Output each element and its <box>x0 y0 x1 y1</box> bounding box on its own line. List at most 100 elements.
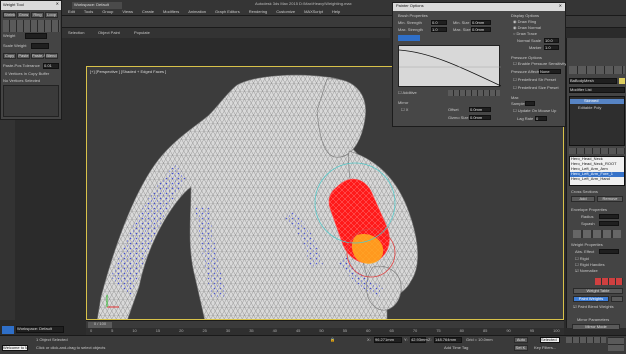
grow-button[interactable]: Grow <box>17 12 30 18</box>
blend-button[interactable]: Blend <box>45 53 58 59</box>
painter-options-titlebar[interactable]: Painter Options ✕ <box>393 3 565 11</box>
key-mode-select[interactable]: Selected <box>540 337 560 343</box>
samples-field[interactable] <box>525 101 535 106</box>
loop-button[interactable]: Loop <box>45 12 58 18</box>
draw-trace-radio[interactable]: ○ Draw Trace <box>513 32 537 36</box>
close-icon[interactable]: ✕ <box>56 2 59 6</box>
abs-effect-field[interactable] <box>599 249 619 254</box>
paste-button[interactable]: Paste <box>17 53 30 59</box>
paint-weights-button[interactable]: Paint Weights <box>573 296 609 302</box>
viewport-nav-controls[interactable] <box>608 337 624 351</box>
normalize-checkbox[interactable]: ☑ Normalize <box>575 269 598 273</box>
modifier-list-dropdown[interactable]: Modifier List <box>569 87 625 93</box>
auto-key-button[interactable]: Auto <box>514 337 528 343</box>
close-icon[interactable]: ✕ <box>559 4 562 8</box>
menu-item[interactable]: Rendering <box>249 9 267 14</box>
menu-item[interactable]: Create <box>142 9 154 14</box>
lag-rate-field[interactable]: 0 <box>535 116 547 121</box>
weight-field[interactable] <box>25 33 47 39</box>
paint-blend-checkbox[interactable]: ☑ Paint Blend Weights <box>573 305 614 309</box>
menu-item[interactable]: Group <box>102 9 113 14</box>
menu-item[interactable]: MAXScript <box>304 9 323 14</box>
weight-preset-buttons[interactable] <box>3 20 60 32</box>
squash-field[interactable] <box>599 221 619 226</box>
update-mouse-up-checkbox[interactable]: ☐ Update On Mouse Up <box>513 109 556 113</box>
tolerance-field[interactable]: 0.01 <box>43 63 59 69</box>
shrink-button[interactable]: Shrink <box>3 12 16 18</box>
draw-ring-radio[interactable]: ◉ Draw Ring <box>513 20 536 24</box>
curve-preset-buttons[interactable] <box>448 90 500 96</box>
ribbon-tab-selection[interactable]: Selection <box>68 31 84 35</box>
modifier-stack-item-skinned[interactable]: Skinned <box>570 99 624 104</box>
menu-item[interactable]: Edit <box>68 9 75 14</box>
set-key-button[interactable]: Set K. <box>514 345 528 351</box>
timeline-track[interactable]: 0 5 10 15 20 25 30 35 40 45 50 55 60 65 70 75 80 85 90 95 10… <box>86 328 564 335</box>
object-name-field[interactable]: BaBodyMesh <box>569 78 617 84</box>
bone-list[interactable]: Hero_Head_Neck Hero_Head_Neck_ROOT Hero_… <box>569 156 625 186</box>
command-panel-tabs[interactable] <box>569 66 625 74</box>
radius-field[interactable] <box>599 214 619 219</box>
menu-item[interactable]: Modifiers <box>163 9 179 14</box>
object-color-swatch[interactable] <box>619 78 625 84</box>
modifier-stack[interactable]: Skinned Editable Poly <box>569 96 625 146</box>
workspace-status-dropdown[interactable]: Workspace: Default <box>16 326 64 333</box>
timeline-tick: 20 <box>179 328 184 333</box>
menu-item[interactable]: Views <box>122 9 133 14</box>
weight-tool-icons[interactable] <box>595 278 623 285</box>
weight-table-button[interactable]: Weight Table <box>573 288 623 294</box>
menu-item[interactable]: Tools <box>84 9 93 14</box>
time-slider[interactable]: 0 / 100 <box>86 320 564 328</box>
y-coord-field[interactable]: 42.93mm <box>410 337 428 343</box>
enable-pressure-label: Enable Pressure Sensitivity <box>517 61 567 66</box>
bone-list-item[interactable]: Hero_Left_Arm_Hand <box>570 177 624 182</box>
paste-pos-button[interactable]: Paste-Pos <box>31 53 50 59</box>
max-strength-field[interactable]: 1.0 <box>431 27 447 32</box>
x-coord-field[interactable]: 96.271mm <box>374 337 402 343</box>
menu-item[interactable]: Animation <box>188 9 206 14</box>
weight-tool-titlebar[interactable]: Weight Tool ✕ <box>1 1 61 10</box>
normal-scale-field[interactable]: 10.0 <box>544 38 559 43</box>
pressure-affects-select[interactable]: None <box>539 69 561 74</box>
maxscript-listener[interactable]: Welcome to M <box>2 345 29 351</box>
offset-field[interactable]: 0.0mm <box>469 107 491 112</box>
remove-cross-section-button[interactable]: Remove <box>597 196 623 202</box>
z-coord-field[interactable]: 148.764mm <box>434 337 462 343</box>
max-size-field[interactable]: 0.0mm <box>471 27 491 32</box>
additive-checkbox[interactable]: ☐ Additive <box>398 91 417 95</box>
predefined-size-checkbox[interactable]: ☐ Predefined Size Preset <box>513 86 559 90</box>
mirror-mode-button[interactable]: Mirror Mode <box>572 324 620 330</box>
playback-controls[interactable] <box>566 337 606 343</box>
lock-selection-icon[interactable]: 🔒 <box>330 338 335 342</box>
stack-toolbar[interactable] <box>569 148 625 154</box>
paint-options-button[interactable] <box>611 296 623 302</box>
viewport-label[interactable]: [+] [Perspective ] [Shaded + Edged Faces… <box>90 70 166 74</box>
ring-button[interactable]: Ring <box>31 12 44 18</box>
copy-button[interactable]: Copy <box>3 53 16 59</box>
key-filters-button[interactable]: Key Filters... <box>534 346 556 350</box>
min-strength-field[interactable]: 0.0 <box>431 20 447 25</box>
mirror-checkbox[interactable]: ☐ X <box>401 108 408 112</box>
marker-field[interactable]: 1.0 <box>544 45 559 50</box>
brush-icon-row[interactable] <box>398 35 420 41</box>
menu-item[interactable]: Graph Editors <box>215 9 240 14</box>
enable-pressure-checkbox[interactable]: ☐ Enable Pressure Sensitivity <box>513 62 566 66</box>
gizmo-size-field[interactable]: 0.0mm <box>469 115 491 120</box>
rigid-handles-checkbox[interactable]: ☐ Rigid Handles <box>575 263 605 267</box>
add-time-tag-button[interactable]: Add Time Tag <box>444 346 468 350</box>
min-size-field[interactable]: 0.0mm <box>471 20 491 25</box>
ribbon-tab-object-paint[interactable]: Object Paint <box>98 31 120 35</box>
envelope-icon-row[interactable] <box>573 230 621 238</box>
menu-item[interactable]: Customize <box>276 9 295 14</box>
menu-item[interactable]: Help <box>332 9 340 14</box>
rigid-checkbox[interactable]: ☐ Rigid <box>575 257 589 261</box>
modifier-stack-item-editable-poly[interactable]: Editable Poly <box>578 106 601 110</box>
left-bottom-icons[interactable] <box>2 326 14 334</box>
draw-normal-radio[interactable]: ◉ Draw Normal <box>513 26 541 30</box>
scale-weight-field[interactable] <box>31 43 49 49</box>
add-cross-section-button[interactable]: Add <box>571 196 595 202</box>
falloff-curve-graph[interactable] <box>398 45 502 87</box>
weight-list-box[interactable] <box>3 85 59 117</box>
workspace-dropdown[interactable]: Workspace: Default <box>72 2 122 9</box>
predefined-strength-checkbox[interactable]: ☐ Predefined Str Preset <box>513 78 556 82</box>
ribbon-tab-populate[interactable]: Populate <box>134 31 150 35</box>
